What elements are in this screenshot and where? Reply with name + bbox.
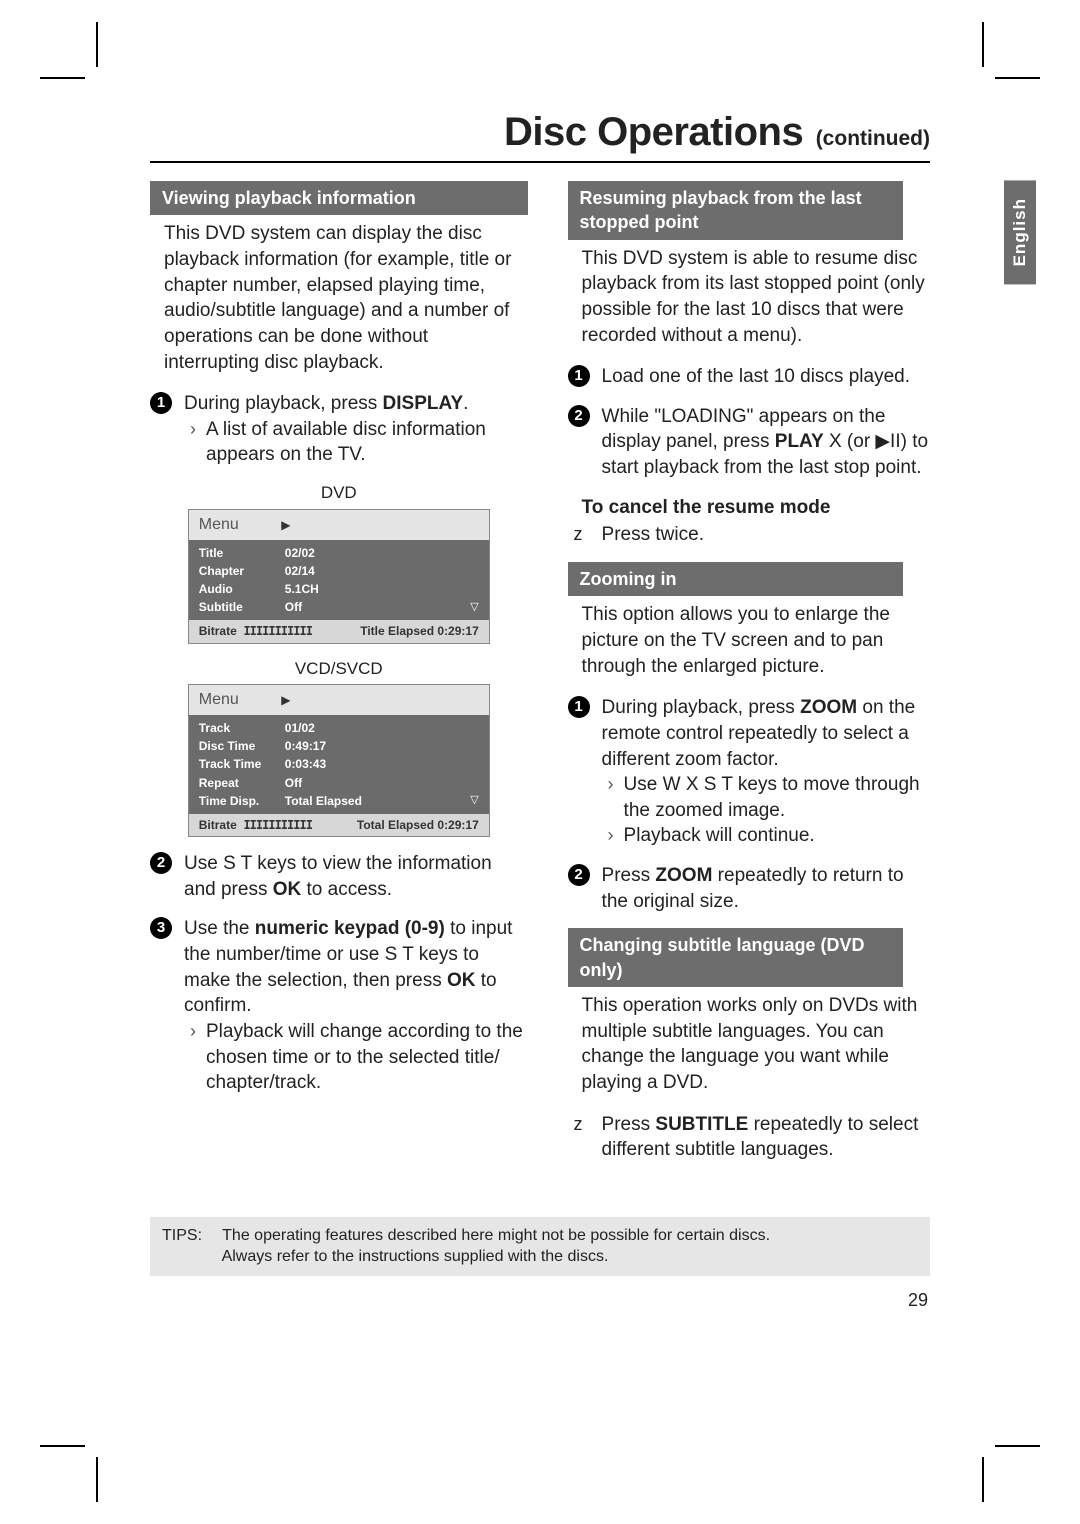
- viewing-intro: This DVD system can display the disc pla…: [164, 221, 528, 375]
- step-number-icon: 1: [568, 696, 590, 718]
- bullet-icon: z: [574, 522, 583, 546]
- step-number-icon: 1: [150, 392, 172, 414]
- crop-mark: [982, 1457, 984, 1502]
- viewing-step-2: 2 Use S T keys to view the information a…: [150, 851, 528, 902]
- step-text: During playback, press DISPLAY.: [184, 393, 468, 414]
- step-number-icon: 2: [568, 864, 590, 886]
- menu-header: Menu ▶: [189, 685, 489, 715]
- menu-footer: Bitrate IIIIIIIIIII Title Elapsed 0:29:1…: [189, 620, 489, 642]
- menu-header: Menu ▶: [189, 510, 489, 540]
- step-number-icon: 3: [150, 917, 172, 939]
- step-note: Playback will change according to the ch…: [184, 1019, 528, 1096]
- chevron-down-icon: ▽: [470, 793, 478, 808]
- title-sub: (continued): [816, 127, 930, 150]
- subtitle-intro: This operation works only on DVDs with m…: [582, 993, 930, 1096]
- step-text: Load one of the last 10 discs played.: [602, 366, 910, 387]
- crop-mark: [40, 77, 85, 79]
- crop-mark: [982, 22, 984, 67]
- resuming-step-2: 2 While "LOADING" appears on the display…: [568, 404, 930, 481]
- step-note: A list of available disc information app…: [184, 417, 528, 468]
- step-text: During playback, press ZOOM on the remot…: [602, 697, 916, 769]
- tips-line-2: Always refer to the instructions supplie…: [222, 1248, 609, 1265]
- step-number-icon: 2: [568, 405, 590, 427]
- page-title: Disc Operations (continued): [150, 110, 930, 163]
- cancel-resume-head: To cancel the resume mode: [582, 495, 930, 521]
- left-column: Viewing playback information This DVD sy…: [150, 181, 528, 1177]
- step-text: While "LOADING" appears on the display p…: [602, 406, 929, 478]
- crop-mark: [96, 22, 98, 67]
- play-icon: ▶: [281, 692, 290, 708]
- bullet-icon: z: [574, 1112, 583, 1136]
- step-text: Press SUBTITLE repeatedly to select diff…: [602, 1114, 919, 1161]
- cancel-resume-step: z Press twice.: [568, 522, 930, 548]
- crop-mark: [995, 1445, 1040, 1447]
- subtitle-step: z Press SUBTITLE repeatedly to select di…: [568, 1112, 930, 1163]
- step-number-icon: 1: [568, 365, 590, 387]
- tips-line-1: The operating features described here mi…: [222, 1227, 770, 1244]
- step-text: Press twice.: [602, 524, 704, 545]
- resuming-intro: This DVD system is able to resume disc p…: [582, 246, 930, 349]
- zoom-step-1: 1 During playback, press ZOOM on the rem…: [568, 695, 930, 849]
- step-text: Use the numeric keypad (0-9) to input th…: [184, 918, 512, 1016]
- manual-page: English Disc Operations (continued) View…: [0, 0, 1080, 1524]
- vcd-menu: Menu ▶ Track01/02 Disc Time0:49:17 Track…: [188, 684, 490, 837]
- resuming-step-1: 1 Load one of the last 10 discs played.: [568, 364, 930, 390]
- zoom-step-2: 2 Press ZOOM repeatedly to return to the…: [568, 863, 930, 914]
- menu-rows: Track01/02 Disc Time0:49:17 Track Time0:…: [189, 715, 489, 814]
- language-tab: English: [1004, 180, 1036, 284]
- right-column: Resuming playback from the last stopped …: [568, 181, 930, 1177]
- dvd-label: DVD: [150, 482, 528, 505]
- tips-box: TIPS: The operating features described h…: [150, 1217, 930, 1276]
- crop-mark: [96, 1457, 98, 1502]
- crop-mark: [40, 1445, 85, 1447]
- step-number-icon: 2: [150, 852, 172, 874]
- section-head-resuming: Resuming playback from the last stopped …: [568, 181, 904, 240]
- section-head-zoom: Zooming in: [568, 562, 904, 596]
- vcd-label: VCD/SVCD: [150, 658, 528, 681]
- chevron-down-icon: ▽: [470, 600, 478, 615]
- page-number: 29: [150, 1290, 930, 1311]
- step-note: Playback will continue.: [602, 823, 930, 849]
- menu-rows: Title02/02 Chapter02/14 Audio5.1CH Subti…: [189, 540, 489, 621]
- section-head-viewing: Viewing playback information: [150, 181, 528, 215]
- play-icon: ▶: [281, 517, 290, 533]
- section-head-subtitle: Changing subtitle language (DVD only): [568, 928, 904, 987]
- step-note: Use W X S T keys to move through the zoo…: [602, 772, 930, 823]
- viewing-step-3: 3 Use the numeric keypad (0-9) to input …: [150, 916, 528, 1095]
- dvd-menu: Menu ▶ Title02/02 Chapter02/14 Audio5.1C…: [188, 509, 490, 644]
- step-text: Use S T keys to view the information and…: [184, 853, 492, 900]
- zoom-intro: This option allows you to enlarge the pi…: [582, 602, 930, 679]
- menu-footer: Bitrate IIIIIIIIIII Total Elapsed 0:29:1…: [189, 814, 489, 836]
- tips-label: TIPS:: [162, 1225, 218, 1247]
- viewing-step-1: 1 During playback, press DISPLAY. A list…: [150, 391, 528, 468]
- step-text: Press ZOOM repeatedly to return to the o…: [602, 865, 904, 912]
- crop-mark: [995, 77, 1040, 79]
- title-main: Disc Operations: [504, 110, 803, 154]
